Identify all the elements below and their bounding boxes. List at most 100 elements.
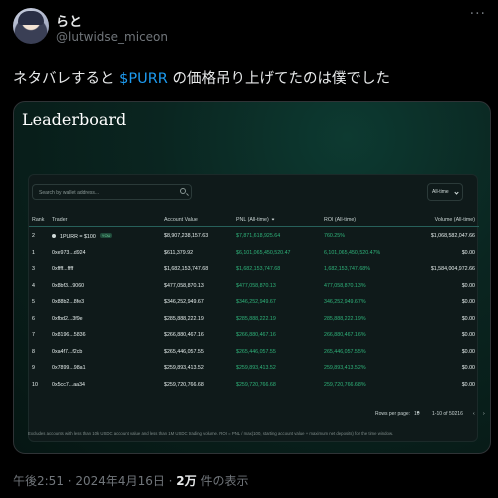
rank-cell: 7 bbox=[32, 332, 35, 338]
rank-cell: 4 bbox=[32, 282, 35, 289]
roi-cell: 266,880,467.16% bbox=[324, 332, 366, 338]
roi-cell: 760.25% bbox=[324, 233, 345, 239]
pnl-cell: $259,720,766.68 bbox=[236, 381, 276, 388]
volume-cell: $1,068,582,047.66 bbox=[430, 233, 475, 239]
trader-address[interactable]: 0x8bf3...9060 bbox=[52, 283, 84, 289]
table-row[interactable]: 10 0x5cc7...aa34 $259,720,766.68 $259,720,7… bbox=[29, 376, 479, 393]
table-row[interactable]: 4 0x8bf3...9060 $477,058,870.13 $477,058,87… bbox=[29, 277, 479, 294]
trader-address[interactable]: 0xe973...d924 bbox=[52, 250, 86, 256]
display-name[interactable]: らと bbox=[56, 11, 82, 30]
trader-address[interactable]: 0x88b2...8fe3 bbox=[52, 299, 84, 305]
account-value-cell: $477,058,870.13 bbox=[164, 282, 204, 289]
col-pnl[interactable]: PNL (All-time) bbox=[236, 217, 275, 223]
trader-address[interactable]: 0x8196...5836 bbox=[52, 332, 86, 338]
user-icon bbox=[52, 234, 56, 238]
col-account-value[interactable]: Account Value bbox=[164, 217, 198, 223]
user-handle[interactable]: @lutwidse_miceon bbox=[56, 30, 168, 44]
rank-cell: 9 bbox=[32, 365, 35, 371]
roi-cell: 259,893,413.52% bbox=[324, 365, 366, 371]
trader-address[interactable]: 0xa4f7...f2cb bbox=[52, 349, 82, 355]
roi-cell: 1,682,153,747.68% bbox=[324, 266, 370, 272]
roi-cell: 259,720,766.68% bbox=[324, 381, 366, 388]
rank-cell: 5 bbox=[32, 299, 35, 305]
volume-cell: $0.00 bbox=[461, 365, 475, 371]
table-row[interactable]: 7 0x8196...5836 $266,880,467.16 $266,880,46… bbox=[29, 326, 479, 343]
cashtag-link[interactable]: $PURR bbox=[119, 71, 168, 87]
pnl-cell: $477,058,870.13 bbox=[236, 282, 276, 289]
table-row[interactable]: 2 1PURR = $100 YOU $8,907,238,157.63 $7,871,… bbox=[29, 227, 479, 244]
account-value-cell: $265,446,057.55 bbox=[164, 348, 204, 355]
volume-cell: $0.00 bbox=[461, 381, 475, 388]
table-row[interactable]: 9 0x7899...98a1 $259,893,413.52 $259,893,41… bbox=[29, 359, 479, 376]
volume-cell: $0.00 bbox=[461, 348, 475, 355]
volume-cell: $1,584,004,972.66 bbox=[430, 266, 475, 272]
account-value-cell: $259,893,413.52 bbox=[164, 365, 204, 371]
chevron-right-icon[interactable]: › bbox=[483, 411, 485, 417]
account-value-cell: $346,252,949.67 bbox=[164, 299, 204, 305]
chevron-left-icon[interactable]: ‹ bbox=[473, 411, 475, 417]
time-filter-select[interactable]: All-time bbox=[427, 183, 463, 201]
search-icon bbox=[180, 188, 186, 194]
trader-address[interactable]: 0x7899...98a1 bbox=[52, 365, 86, 371]
col-rank[interactable]: Rank bbox=[32, 217, 44, 223]
leaderboard-footnote: Excludes accounts with less than 10k USD… bbox=[28, 431, 394, 436]
wallet-search[interactable] bbox=[32, 184, 192, 200]
pnl-cell: $6,101,065,450,520.47 bbox=[236, 249, 291, 256]
account-value-cell: $285,888,222.19 bbox=[164, 315, 204, 322]
volume-cell: $0.00 bbox=[461, 299, 475, 305]
rank-cell: 6 bbox=[32, 315, 35, 322]
tweet-text-before: ネタバレすると bbox=[13, 71, 120, 87]
rank-cell: 2 bbox=[32, 233, 35, 239]
pnl-cell: $259,893,413.52 bbox=[236, 365, 276, 371]
trader-name: 1PURR = $100 bbox=[60, 234, 96, 240]
table-row[interactable]: 3 0xffff...ffff $1,682,153,747.68 $1,682,15… bbox=[29, 260, 479, 277]
volume-cell: $0.00 bbox=[461, 315, 475, 322]
table-row[interactable]: 8 0xa4f7...f2cb $265,446,057.55 $265,446,05… bbox=[29, 343, 479, 360]
col-volume[interactable]: Volume (All-time) bbox=[435, 217, 475, 223]
pnl-cell: $285,888,222.19 bbox=[236, 315, 276, 322]
account-value-cell: $1,682,153,747.68 bbox=[164, 266, 209, 272]
volume-cell: $0.00 bbox=[461, 332, 475, 338]
tweet-text-after: の価格吊り上げてたのは僕でした bbox=[167, 71, 390, 87]
tweet-timestamp[interactable]: 午後2:51 · 2024年4月16日 · bbox=[13, 474, 176, 488]
view-count: 2万 bbox=[176, 474, 197, 488]
roi-cell: 346,252,949.67% bbox=[324, 299, 366, 305]
rank-cell: 8 bbox=[32, 348, 35, 355]
col-roi[interactable]: ROI (All-time) bbox=[324, 217, 356, 223]
rank-cell: 3 bbox=[32, 266, 35, 272]
chevron-down-icon bbox=[454, 190, 459, 195]
volume-cell: $0.00 bbox=[461, 249, 475, 256]
you-badge: YOU bbox=[99, 233, 113, 238]
tweet-image[interactable]: Leaderboard All-time Rank Trader Account… bbox=[13, 101, 491, 454]
rows-per-page-label: Rows per page: bbox=[375, 411, 411, 417]
pnl-cell: $346,252,949.67 bbox=[236, 299, 276, 305]
table-row[interactable]: 5 0x88b2...8fe3 $346,252,949.67 $346,252,94… bbox=[29, 293, 479, 310]
account-value-cell: $259,720,766.68 bbox=[164, 381, 204, 388]
page-range: 1-10 of 50216 bbox=[432, 411, 463, 417]
view-suffix: 件の表示 bbox=[196, 474, 249, 488]
pnl-cell: $1,682,153,747.68 bbox=[236, 266, 281, 272]
time-filter-value: All-time bbox=[432, 189, 449, 195]
pnl-cell: $266,880,467.16 bbox=[236, 332, 276, 338]
tweet-text: ネタバレすると $PURR の価格吊り上げてたのは僕でした bbox=[13, 67, 390, 88]
table-row[interactable]: 1 0xe973...d924 $611,379.92 $6,101,065,450,… bbox=[29, 244, 479, 261]
trader-cell[interactable]: 1PURR = $100 YOU bbox=[52, 233, 113, 240]
rank-cell: 10 bbox=[32, 381, 38, 388]
more-dots-icon[interactable]: ··· bbox=[470, 6, 486, 22]
col-pnl-label: PNL (All-time) bbox=[236, 217, 269, 223]
search-input[interactable] bbox=[39, 187, 169, 199]
col-trader[interactable]: Trader bbox=[52, 217, 67, 223]
roi-cell: 285,888,222.19% bbox=[324, 315, 366, 322]
tweet-meta: 午後2:51 · 2024年4月16日 · 2万 件の表示 bbox=[13, 472, 248, 489]
rank-cell: 1 bbox=[32, 249, 35, 256]
leaderboard-panel: All-time Rank Trader Account Value PNL (… bbox=[28, 174, 485, 442]
roi-cell: 477,058,870.13% bbox=[324, 282, 366, 289]
volume-cell: $0.00 bbox=[461, 282, 475, 289]
table-row[interactable]: 6 0xfbd2...3f9e $285,888,222.19 $285,888,22… bbox=[29, 310, 479, 327]
trader-address[interactable]: 0x5cc7...aa34 bbox=[52, 382, 85, 388]
trader-address[interactable]: 0xffff...ffff bbox=[52, 266, 73, 272]
trader-address[interactable]: 0xfbd2...3f9e bbox=[52, 316, 83, 322]
roi-cell: 6,101,065,450,520.47% bbox=[324, 249, 381, 256]
account-value-cell: $8,907,238,157.63 bbox=[164, 233, 209, 239]
avatar[interactable] bbox=[13, 8, 49, 44]
